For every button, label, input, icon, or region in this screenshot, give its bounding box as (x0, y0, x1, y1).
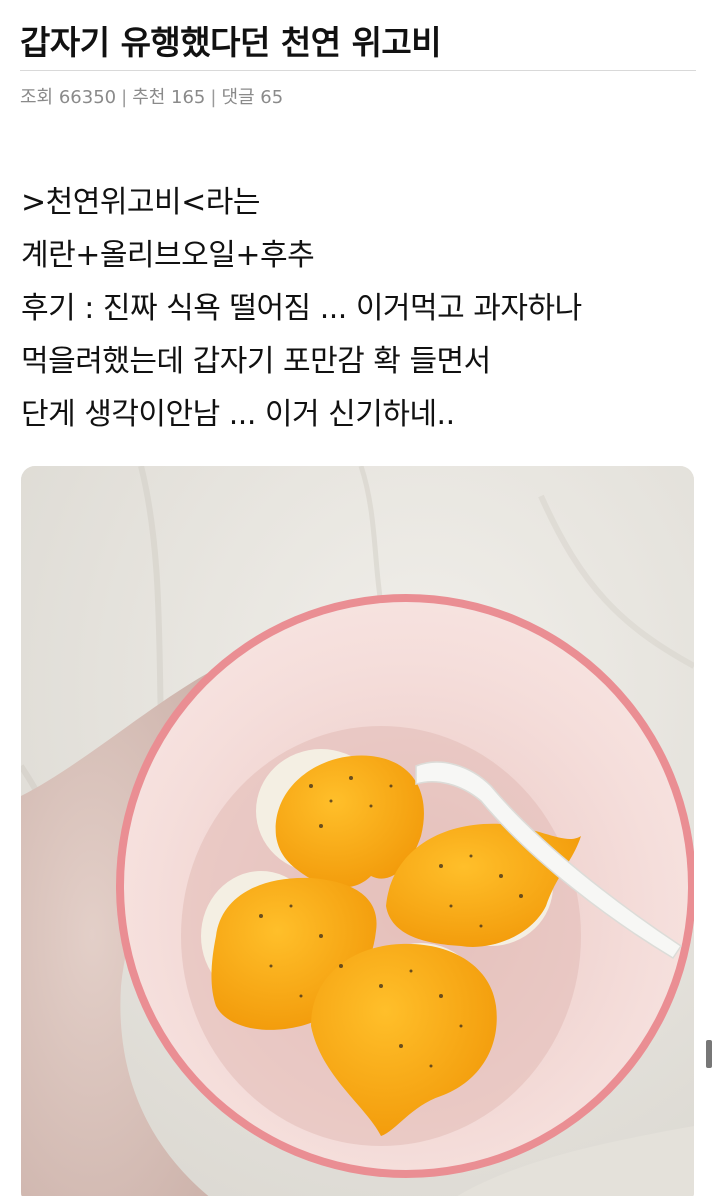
body-line: 계란+올리브오일+후추 (21, 238, 315, 273)
view-count: 조회 66350 (20, 87, 117, 108)
post-photo[interactable] (21, 466, 694, 1196)
post-title: 갑자기 유행했다던 천연 위고비 (20, 23, 442, 62)
body-line: 단게 생각이안남 ... 이거 신기하네.. (21, 397, 455, 432)
meta-separator: | (210, 87, 217, 108)
body-line: 먹을려했는데 갑자기 포만감 확 들면서 (21, 344, 491, 379)
title-divider (20, 70, 696, 71)
post-body: >천연위고비<라는 계란+올리브오일+후추 후기 : 진짜 식욕 떨어짐 ...… (21, 176, 701, 441)
body-line: >천연위고비<라는 (21, 185, 260, 220)
egg-bowl-photo (21, 466, 694, 1196)
comment-count[interactable]: 댓글 65 (221, 87, 283, 108)
recommend-count: 추천 165 (132, 87, 206, 108)
post-meta: 조회 66350 | 추천 165 | 댓글 65 (20, 86, 283, 110)
post-page: 갑자기 유행했다던 천연 위고비 조회 66350 | 추천 165 | 댓글 65 >… (0, 0, 714, 1196)
scrollbar-thumb[interactable] (706, 1040, 712, 1068)
body-line: 후기 : 진짜 식욕 떨어짐 ... 이거먹고 과자하나 (21, 291, 582, 326)
meta-separator: | (121, 87, 128, 108)
